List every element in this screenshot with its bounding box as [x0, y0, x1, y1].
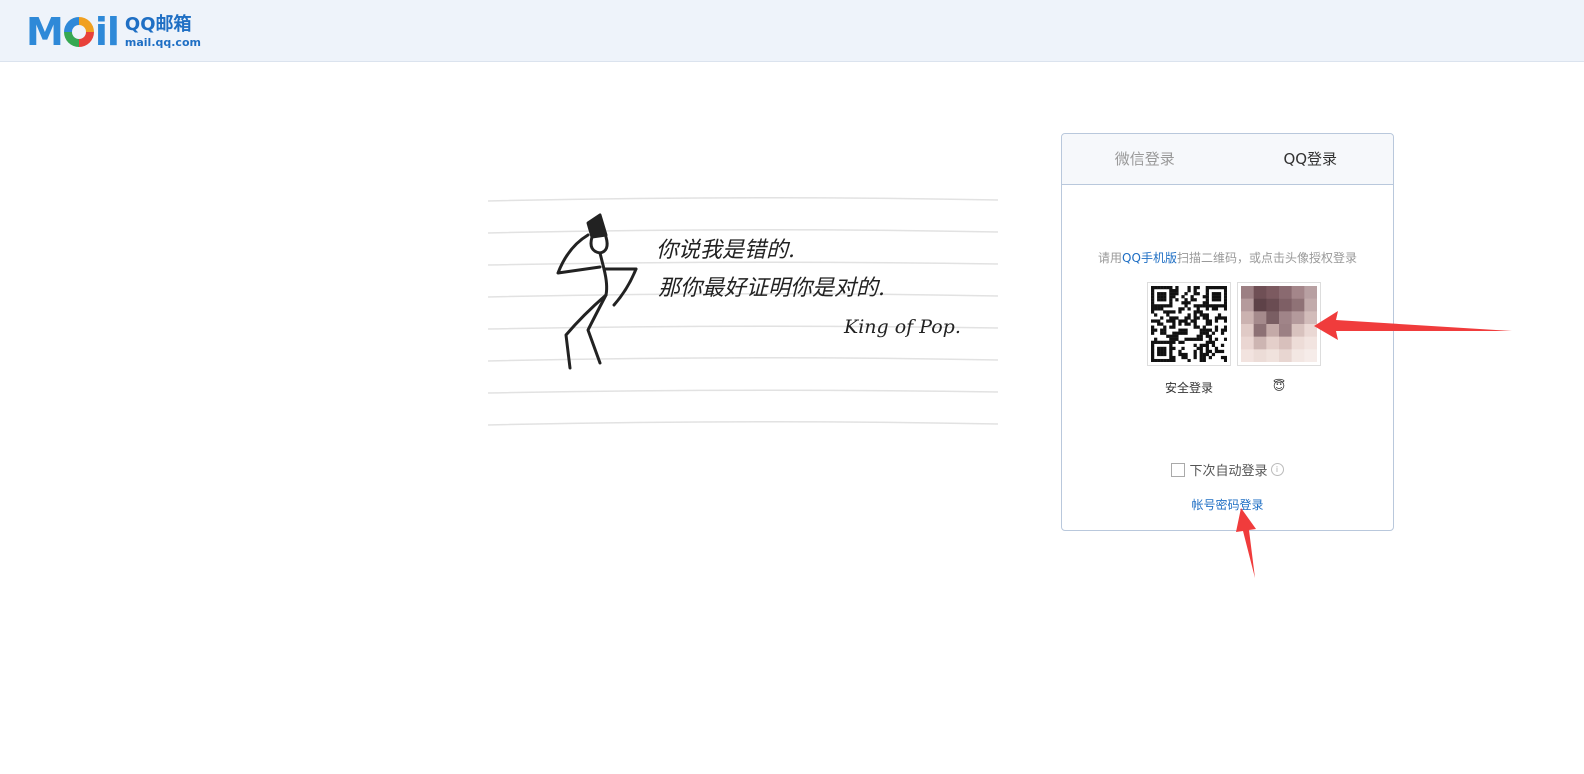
tab-wechat-login[interactable]: 微信登录 — [1062, 134, 1228, 184]
scan-hint: 请用QQ手机版扫描二维码，或点击头像授权登录 — [1062, 249, 1393, 266]
logo-domain: mail.qq.com — [124, 36, 201, 49]
qr-code[interactable] — [1147, 282, 1231, 366]
hint-prefix: 请用 — [1098, 251, 1123, 265]
qq-mobile-link[interactable]: QQ手机版 — [1122, 251, 1177, 265]
auto-login-label[interactable]: 下次自动登录 — [1189, 460, 1267, 479]
quote-line-1: 你说我是错的. — [656, 238, 795, 263]
quote-line-2: 那你最好证明你是对的. — [658, 276, 885, 301]
logo-o-icon — [63, 17, 94, 47]
qq-mail-logo[interactable]: Mil QQ邮箱 mail.qq.com — [26, 12, 201, 52]
logo-title: QQ邮箱 — [124, 14, 192, 35]
qr-caption: 安全登录 — [1164, 381, 1213, 395]
avatar-caption[interactable]: 😇 — [1237, 379, 1321, 396]
stick-figure-icon — [556, 213, 638, 370]
login-panel: 微信登录 QQ登录 请用QQ手机版扫描二维码，或点击头像授权登录 安全登录 😇 … — [1061, 133, 1394, 531]
login-tabs: 微信登录 QQ登录 — [1062, 134, 1393, 185]
password-login-link[interactable]: 帐号密码登录 — [1062, 496, 1393, 513]
header: Mil QQ邮箱 mail.qq.com — [0, 0, 1584, 62]
notebook-lines — [488, 196, 998, 426]
logo-mail-mark: Mil — [26, 10, 120, 54]
auto-login-checkbox[interactable] — [1171, 462, 1186, 477]
info-icon[interactable]: i — [1270, 463, 1284, 476]
king-of-pop-illustration: 你说我是错的. 那你最好证明你是对的. King of Pop. — [488, 196, 998, 426]
auto-login-row: 下次自动登录 i — [1062, 460, 1393, 479]
account-avatar[interactable] — [1237, 282, 1321, 366]
quote-signature: King of Pop. — [843, 316, 961, 338]
tab-qq-login[interactable]: QQ登录 — [1228, 134, 1394, 184]
blurred-avatar-icon — [1241, 286, 1318, 363]
hint-suffix: 扫描二维码，或点击头像授权登录 — [1176, 251, 1357, 265]
qr-code-icon — [1151, 286, 1228, 363]
